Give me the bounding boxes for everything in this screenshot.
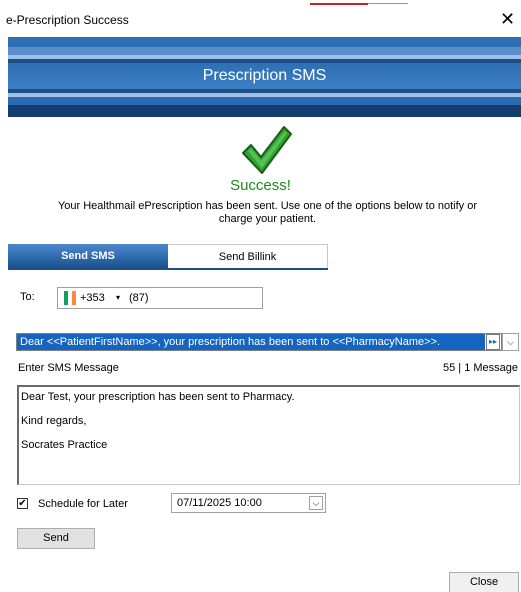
sms-template-select[interactable]: Dear <<PatientFirstName>>, your prescrip… (17, 334, 485, 350)
phone-number-input[interactable]: (87) (129, 292, 149, 304)
phone-number-field[interactable]: +353 ▾ (87) (57, 287, 263, 309)
schedule-later-checkbox[interactable]: ✔ (17, 498, 28, 509)
character-count: 55 | 1 Message (442, 362, 518, 374)
message-line: Dear Test, your prescription has been se… (21, 391, 295, 403)
to-label: To: (20, 291, 35, 303)
background-underline-gray (368, 3, 408, 4)
checkmark-icon (242, 126, 292, 174)
sms-message-textarea[interactable]: Dear Test, your prescription has been se… (17, 385, 520, 485)
insert-template-icon[interactable]: ▸▸ (486, 334, 500, 350)
message-line: Socrates Practice (21, 439, 108, 451)
close-icon[interactable]: ✕ (500, 10, 515, 28)
eprescription-success-dialog: e-Prescription Success ✕ Prescription SM… (0, 0, 521, 592)
title-bar: e-Prescription Success ✕ (0, 8, 521, 34)
background-window-edge (0, 0, 521, 6)
template-dropdown-icon[interactable]: ⌵ (502, 333, 519, 351)
success-message: Your Healthmail ePrescription has been s… (40, 200, 495, 226)
schedule-datetime-value: 07/11/2025 10:00 (177, 497, 262, 509)
banner-title: Prescription SMS (202, 67, 327, 84)
window-title: e-Prescription Success (6, 13, 129, 27)
tab-underline (8, 268, 328, 270)
country-code: +353 (80, 292, 105, 304)
chevron-down-icon[interactable]: ▾ (116, 293, 120, 302)
tab-send-sms[interactable]: Send SMS (8, 244, 168, 268)
send-button[interactable]: Send (17, 528, 95, 549)
background-underline-red (310, 3, 368, 5)
success-message-line-2: charge your patient. (218, 213, 317, 225)
tab-send-billink[interactable]: Send Billink (168, 244, 328, 268)
close-button[interactable]: Close (449, 572, 519, 592)
schedule-datetime-picker[interactable]: 07/11/2025 10:00 ⌵ (171, 493, 326, 513)
chevron-down-icon[interactable]: ⌵ (309, 496, 323, 510)
success-message-line-1: Your Healthmail ePrescription has been s… (57, 200, 478, 212)
enter-sms-label: Enter SMS Message (18, 362, 119, 374)
header-banner: Prescription SMS (8, 37, 521, 117)
ireland-flag-icon[interactable] (64, 291, 76, 305)
success-title: Success! (230, 177, 291, 194)
schedule-later-label[interactable]: Schedule for Later (38, 498, 128, 510)
message-line: Kind regards, (21, 415, 87, 427)
